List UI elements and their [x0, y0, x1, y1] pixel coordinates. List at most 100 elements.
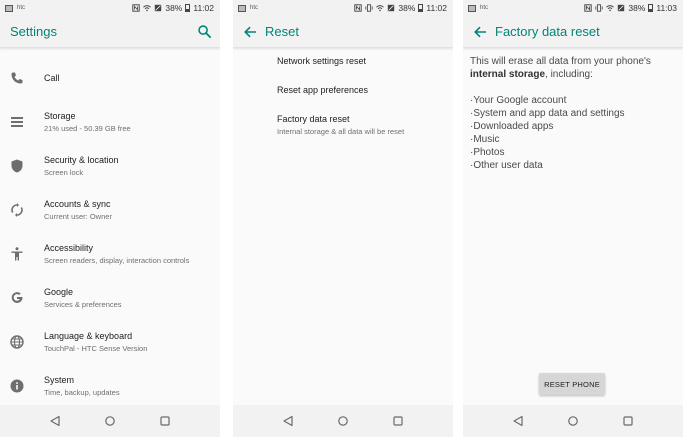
battery-percent: 38%	[398, 3, 416, 13]
image-notification-icon	[468, 4, 476, 12]
nfc-icon	[132, 4, 141, 12]
google-icon	[9, 290, 25, 306]
warning-text-end: , including:	[545, 68, 593, 80]
recents-nav-icon[interactable]	[622, 415, 634, 427]
settings-item-title: Call	[44, 73, 60, 83]
battery-icon	[185, 4, 191, 12]
settings-item-accounts[interactable]: Accounts & sync Current user: Owner	[0, 188, 220, 232]
item-title: Factory data reset	[277, 114, 350, 124]
settings-item-title: Accessibility	[44, 243, 94, 253]
wifi-icon	[376, 4, 385, 12]
app-bar: Settings	[0, 16, 220, 48]
phone-icon	[9, 70, 25, 86]
sync-icon	[9, 202, 25, 218]
info-icon	[9, 378, 25, 394]
settings-item-title: Storage	[44, 111, 76, 121]
search-icon[interactable]	[197, 24, 212, 39]
recents-nav-icon[interactable]	[159, 415, 171, 427]
status-time: 11:02	[426, 3, 447, 13]
nfc-icon	[584, 4, 593, 12]
settings-item-call[interactable]: Call	[0, 56, 220, 100]
network-settings-reset-item[interactable]: Network settings reset	[277, 56, 449, 66]
vibrate-icon	[365, 4, 373, 12]
list-item: ·Photos	[470, 147, 505, 158]
settings-item-title: Accounts & sync	[44, 199, 111, 209]
app-bar: Factory data reset	[463, 16, 683, 48]
navigation-bar	[463, 405, 683, 437]
settings-item-title: Google	[44, 287, 74, 297]
carrier-label: htc	[480, 5, 489, 11]
image-notification-icon	[5, 4, 13, 12]
carrier-label: htc	[250, 5, 259, 11]
back-nav-icon[interactable]	[282, 415, 294, 427]
app-bar: Reset	[233, 16, 453, 48]
settings-item-subtitle: TouchPal - HTC Sense Version	[44, 344, 148, 353]
status-time: 11:02	[193, 3, 214, 13]
battery-percent: 38%	[628, 3, 646, 13]
recents-nav-icon[interactable]	[392, 415, 404, 427]
settings-item-subtitle: Current user: Owner	[44, 212, 112, 221]
settings-item-system[interactable]: System Time, backup, updates	[0, 364, 220, 408]
settings-item-title: Language & keyboard	[44, 331, 133, 341]
page-title: Factory data reset	[495, 24, 600, 39]
item-title: Network settings reset	[277, 56, 367, 66]
settings-list: Call Storage 21% used - 50.39 GB free Se…	[0, 48, 220, 405]
status-bar: htc 38% 11:02	[0, 0, 220, 16]
accessibility-icon	[9, 246, 25, 262]
wifi-icon	[606, 4, 615, 12]
back-arrow-icon[interactable]	[473, 25, 487, 39]
settings-item-security[interactable]: Security & location Screen lock	[0, 144, 220, 188]
no-sim-icon	[387, 4, 395, 12]
settings-item-subtitle: Screen readers, display, interaction con…	[44, 256, 190, 265]
factory-reset-description: This will erase all data from your phone…	[470, 56, 677, 172]
vibrate-icon	[595, 4, 603, 12]
wifi-icon	[143, 4, 152, 12]
no-sim-icon	[617, 4, 625, 12]
settings-item-subtitle: Time, backup, updates	[44, 388, 120, 397]
globe-icon	[9, 334, 25, 350]
settings-screen: htc 38% 11:02 Settings Call Storage 21% …	[0, 0, 220, 437]
battery-percent: 38%	[165, 3, 183, 13]
status-bar: htc 38% 11:03	[463, 0, 683, 16]
erased-data-list: ·Your Google account ·System and app dat…	[470, 94, 677, 172]
carrier-label: htc	[17, 5, 26, 11]
reset-phone-button[interactable]: RESET PHONE	[539, 373, 605, 395]
reset-app-preferences-item[interactable]: Reset app preferences	[277, 85, 449, 95]
navigation-bar	[0, 405, 220, 437]
item-title: Reset app preferences	[277, 85, 369, 95]
screenshot-stage: htc 38% 11:02 Settings Call Storage 21% …	[0, 0, 691, 444]
warning-text-start: This will erase all data from your phone…	[470, 56, 651, 67]
page-title: Settings	[10, 24, 57, 39]
list-item: ·Your Google account	[470, 95, 567, 106]
settings-item-title: Security & location	[44, 155, 119, 165]
home-nav-icon[interactable]	[567, 415, 579, 427]
image-notification-icon	[238, 4, 246, 12]
back-nav-icon[interactable]	[49, 415, 61, 427]
nfc-icon	[354, 4, 363, 12]
list-item: ·Music	[470, 134, 500, 145]
settings-item-accessibility[interactable]: Accessibility Screen readers, display, i…	[0, 232, 220, 276]
settings-item-title: System	[44, 375, 75, 385]
settings-item-google[interactable]: Google Services & preferences	[0, 276, 220, 320]
settings-item-subtitle: Services & preferences	[44, 300, 122, 309]
settings-item-language[interactable]: Language & keyboard TouchPal - HTC Sense…	[0, 320, 220, 364]
shield-icon	[9, 158, 25, 174]
home-nav-icon[interactable]	[337, 415, 349, 427]
no-sim-icon	[154, 4, 162, 12]
page-title: Reset	[265, 24, 299, 39]
back-nav-icon[interactable]	[512, 415, 524, 427]
list-item: ·Other user data	[470, 160, 543, 171]
reset-options-list: Network settings reset Reset app prefere…	[233, 48, 453, 405]
status-time: 11:03	[656, 3, 677, 13]
navigation-bar	[233, 405, 453, 437]
item-subtitle: Internal storage & all data will be rese…	[277, 127, 405, 136]
settings-item-subtitle: Screen lock	[44, 168, 84, 177]
factory-data-reset-item[interactable]: Factory data reset Internal storage & al…	[277, 114, 449, 136]
back-arrow-icon[interactable]	[243, 25, 257, 39]
home-nav-icon[interactable]	[104, 415, 116, 427]
storage-icon	[9, 114, 25, 130]
battery-icon	[648, 4, 654, 12]
reset-screen: htc 38% 11:02 Reset Network settings res…	[233, 0, 453, 437]
settings-item-storage[interactable]: Storage 21% used - 50.39 GB free	[0, 100, 220, 144]
list-item: ·Downloaded apps	[470, 121, 554, 132]
